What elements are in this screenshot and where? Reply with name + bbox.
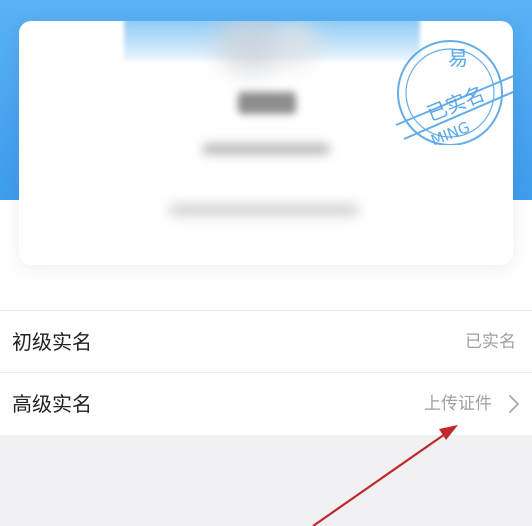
stamp-char-top: 易 (448, 46, 468, 70)
row-label: 初级实名 (12, 330, 92, 354)
stamp-text-main: 已实名 (423, 81, 488, 126)
row-label: 高级实名 (12, 392, 92, 416)
upload-document-link[interactable]: 上传证件 (424, 373, 492, 435)
blurred-info-line (169, 204, 359, 216)
basic-real-name-row[interactable]: 初级实名 已实名 (0, 310, 532, 373)
avatar-shadow (274, 21, 318, 65)
profile-card: 易 已实名 MING (19, 21, 513, 265)
blurred-user-name (238, 92, 296, 114)
verified-stamp: 易 已实名 MING (390, 35, 513, 145)
row-status: 已实名 (465, 332, 516, 352)
chevron-right-icon[interactable] (508, 394, 520, 414)
blurred-user-id (202, 143, 330, 155)
advanced-real-name-row[interactable]: 高级实名 上传证件 (0, 372, 532, 435)
